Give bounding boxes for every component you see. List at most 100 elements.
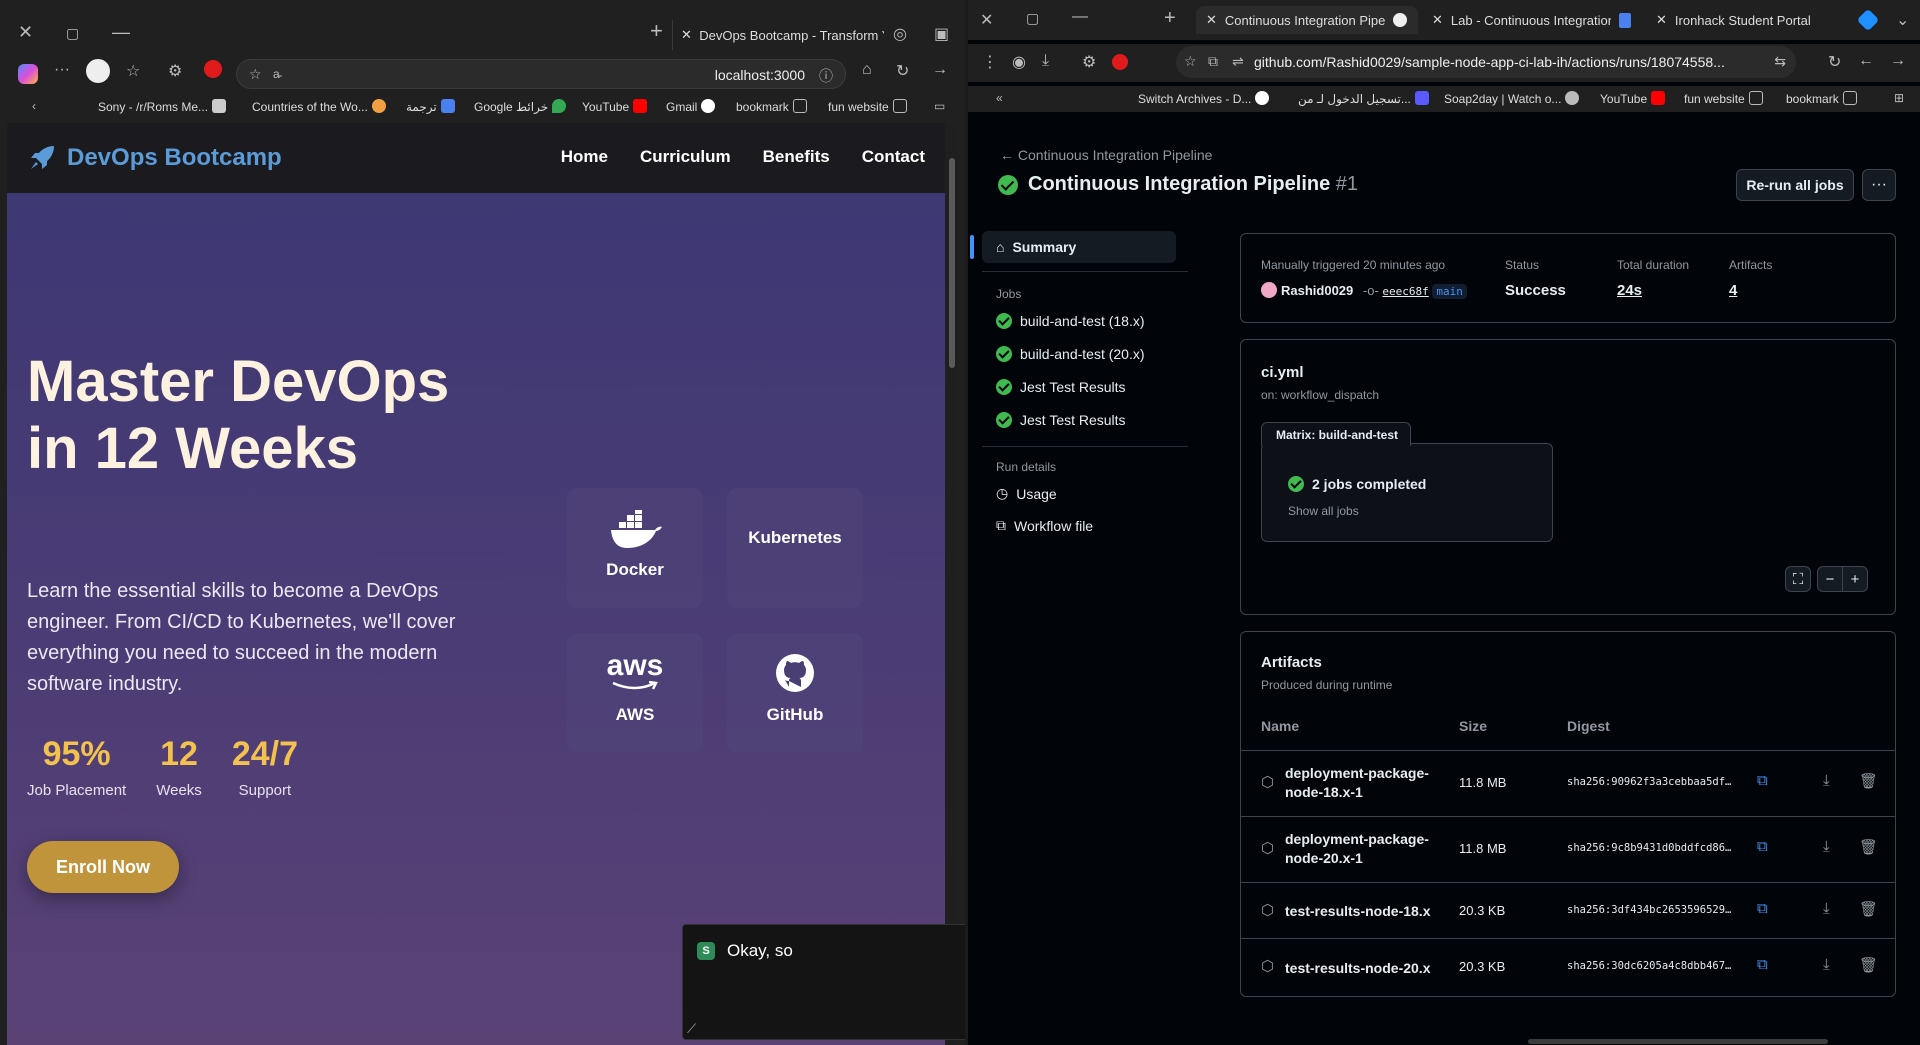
- collections-icon[interactable]: ⧉: [1208, 53, 1218, 70]
- sidebar-job-item[interactable]: build-and-test (20.x): [996, 346, 1145, 362]
- favorite-star-icon[interactable]: ☆: [249, 66, 262, 83]
- tech-card-github[interactable]: GitHub: [727, 633, 863, 753]
- sidebar-item-usage[interactable]: ◷ Usage: [996, 485, 1057, 502]
- sidebar-job-item[interactable]: Jest Test Results: [996, 379, 1126, 395]
- rerun-all-jobs-button[interactable]: Re-run all jobs: [1736, 169, 1854, 201]
- read-aloud-icon[interactable]: a̵̵: [273, 67, 280, 81]
- left-page-scrollbar[interactable]: [946, 123, 958, 1045]
- right-omnibox[interactable]: ☆ ⧉ ⇌ github.com/Rashid0029/sample-node-…: [1176, 46, 1796, 78]
- bookmark-item[interactable]: fun website: [828, 99, 907, 114]
- artifact-name-link[interactable]: deployment-package-node-20.x-1: [1285, 830, 1435, 868]
- artifact-name-link[interactable]: deployment-package-node-18.x-1: [1285, 764, 1435, 802]
- refresh-icon[interactable]: ↻: [1828, 52, 1841, 72]
- tab-search-icon[interactable]: ⌄: [1896, 10, 1909, 30]
- bookmark-item[interactable]: YouTube: [1600, 91, 1666, 106]
- bookmark-item[interactable]: Switch Archives - D...: [1138, 91, 1270, 106]
- download-icon[interactable]: ⤓: [1823, 838, 1830, 855]
- globe-icon[interactable]: ◎: [893, 24, 907, 44]
- close-tab-icon[interactable]: ✕: [1206, 12, 1217, 28]
- extension-red-icon[interactable]: [1112, 54, 1128, 70]
- download-icon[interactable]: ⤓: [1823, 956, 1830, 973]
- back-chevron-icon[interactable]: ‹: [32, 99, 36, 113]
- profile-avatar[interactable]: [86, 59, 110, 83]
- sidebar-job-item[interactable]: build-and-test (18.x): [996, 313, 1145, 329]
- favorite-star-icon[interactable]: ☆: [1184, 53, 1197, 70]
- artifacts-count-link[interactable]: 4: [1729, 282, 1772, 299]
- split-screen-icon[interactable]: ⇆: [1774, 53, 1786, 70]
- refresh-icon[interactable]: ↻: [896, 61, 909, 81]
- sidebar-item-workflow-file[interactable]: ⧉ Workflow file: [996, 517, 1093, 534]
- matrix-job-box[interactable]: 2 jobs completed Show all jobs: [1261, 443, 1553, 542]
- artifact-name-link[interactable]: test-results-node-18.x: [1285, 902, 1435, 921]
- sidebar-job-item[interactable]: Jest Test Results: [996, 412, 1126, 428]
- enroll-button[interactable]: Enroll Now: [27, 841, 179, 893]
- artifact-name-link[interactable]: test-results-node-20.x: [1285, 959, 1435, 978]
- zoom-in-icon[interactable]: +: [1842, 566, 1868, 592]
- tech-card-docker[interactable]: Docker: [567, 488, 703, 608]
- trash-icon[interactable]: 🗑: [1859, 838, 1878, 856]
- more-menu-icon[interactable]: ⋮: [982, 52, 998, 72]
- forward-icon[interactable]: →: [1890, 52, 1906, 70]
- apps-icon[interactable]: ⊞: [1894, 91, 1904, 105]
- downloads-icon[interactable]: ⤓: [1042, 52, 1049, 70]
- restore-window-icon[interactable]: ▢: [66, 25, 79, 42]
- zoom-out-icon[interactable]: −: [1817, 566, 1843, 592]
- sidebar-item-summary[interactable]: ⌂ Summary: [970, 231, 1176, 263]
- trash-icon[interactable]: 🗑: [1859, 900, 1878, 918]
- tech-card-aws[interactable]: aws AWS: [567, 633, 703, 753]
- scrollbar-thumb[interactable]: [949, 158, 955, 368]
- download-icon[interactable]: ⤓: [1823, 772, 1830, 789]
- bookmark-item[interactable]: bookmark: [1786, 91, 1857, 106]
- copy-icon[interactable]: ⧉: [1757, 772, 1768, 789]
- branch-label[interactable]: main: [1432, 284, 1467, 299]
- bookmark-item[interactable]: Countries of the Wo...: [252, 99, 386, 114]
- close-window-icon[interactable]: ✕: [18, 22, 33, 43]
- nav-home[interactable]: Home: [561, 147, 608, 167]
- site-brand[interactable]: DevOps Bootcamp: [27, 143, 282, 173]
- resize-handle-icon[interactable]: ⟋: [687, 1021, 696, 1037]
- bookmark-item[interactable]: Gmail: [666, 99, 716, 114]
- copy-icon[interactable]: ⧉: [1757, 956, 1768, 973]
- restore-window-icon[interactable]: ▢: [1026, 10, 1039, 27]
- download-icon[interactable]: ⤓: [1823, 900, 1830, 917]
- collapse-sidebar-icon[interactable]: «: [996, 91, 1003, 105]
- tab-lab[interactable]: ✕ Lab - Continuous Integration (: [1422, 6, 1642, 34]
- tab-ironhack[interactable]: ✕ Ironhack Student Portal: [1646, 6, 1866, 34]
- forward-icon[interactable]: →: [932, 61, 948, 79]
- copy-icon[interactable]: ⧉: [1757, 838, 1768, 855]
- minimize-window-icon[interactable]: —: [112, 22, 130, 43]
- home-icon[interactable]: ⌂: [862, 61, 872, 79]
- tech-card-kubernetes[interactable]: Kubernetes: [727, 488, 863, 608]
- commit-sha-link[interactable]: eeec68f: [1382, 285, 1428, 298]
- site-settings-icon[interactable]: ⇌: [1232, 53, 1244, 70]
- favorites-icon[interactable]: ☆: [126, 61, 140, 81]
- back-to-workflow-link[interactable]: ← Continuous Integration Pipeline: [1000, 147, 1212, 163]
- bookmark-item[interactable]: Soap2day | Watch o...: [1444, 91, 1580, 106]
- duration-link[interactable]: 24s: [1617, 282, 1689, 299]
- close-tab-icon[interactable]: ✕: [681, 27, 691, 43]
- sidebar-toggle-icon[interactable]: ▣: [934, 24, 949, 44]
- nav-contact[interactable]: Contact: [862, 147, 925, 167]
- actor-link[interactable]: Rashid0029: [1281, 283, 1353, 298]
- bookmark-item[interactable]: YouTube: [582, 99, 648, 114]
- close-tab-icon[interactable]: ✕: [1656, 12, 1667, 28]
- more-menu-icon[interactable]: ···: [54, 61, 70, 79]
- horizontal-scrollbar[interactable]: [1528, 1039, 1828, 1044]
- trash-icon[interactable]: 🗑: [1859, 772, 1878, 790]
- trash-icon[interactable]: 🗑: [1859, 956, 1878, 974]
- site-info-icon[interactable]: ⓘ: [819, 66, 833, 86]
- tab-devops-bootcamp[interactable]: ✕ DevOps Bootcamp - Transform Yo: [672, 20, 884, 50]
- bookmark-item[interactable]: تسجيل الدخول لـ من...: [1298, 91, 1429, 106]
- left-omnibox[interactable]: ☆ a̵̵ localhost:3000 ⓘ: [236, 59, 846, 89]
- profile-icon[interactable]: ◉: [1012, 52, 1026, 72]
- tab-ci-pipeline[interactable]: ✕ Continuous Integration Pipelin: [1196, 6, 1418, 34]
- nav-curriculum[interactable]: Curriculum: [640, 147, 731, 167]
- chat-widget[interactable]: S Okay, so ⚙ ⟋ ⟋: [682, 924, 965, 1040]
- show-all-jobs-link[interactable]: Show all jobs: [1288, 504, 1359, 518]
- extensions-icon[interactable]: ⚙: [1082, 52, 1096, 72]
- extension-red-icon[interactable]: [204, 60, 222, 78]
- bookmark-item[interactable]: Sony - /r/Roms Me...: [98, 99, 227, 114]
- copilot-icon[interactable]: [18, 64, 38, 84]
- bookmark-item[interactable]: bookmark: [736, 99, 807, 114]
- new-tab-icon[interactable]: +: [650, 18, 663, 44]
